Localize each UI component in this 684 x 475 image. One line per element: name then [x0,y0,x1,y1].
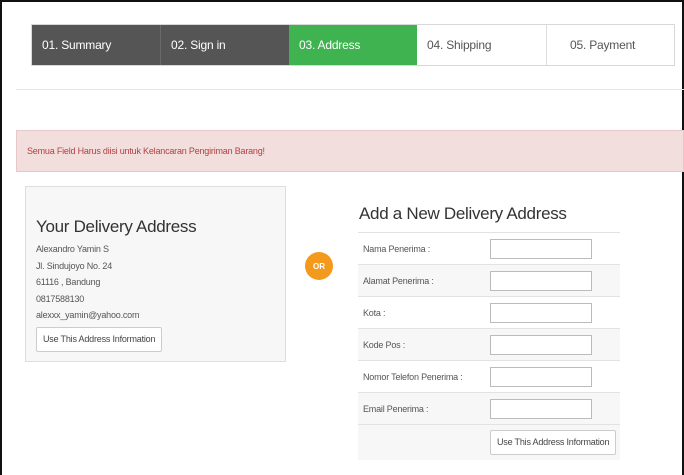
new-address-form: Nama Penerima : Alamat Penerima : Kota :… [358,232,620,460]
your-delivery-address-panel: Your Delivery Address Alexandro Yamin S … [25,186,286,362]
or-badge: OR [305,252,333,280]
step-label: 04. Shipping [427,38,492,52]
kota-label: Kota : [363,307,386,318]
section-divider [16,89,684,90]
kode-pos-label: Kode Pos : [363,339,406,350]
email-label: Email Penerima : [363,403,429,414]
form-row-submit: Use This Address Information [358,424,620,460]
use-new-address-button[interactable]: Use This Address Information [490,430,617,455]
step-sign-in[interactable]: 02. Sign in [160,25,289,65]
form-row-alamat: Alamat Penerima : [358,264,620,296]
step-shipping[interactable]: 04. Shipping [417,25,546,65]
step-label: 01. Summary [42,38,112,52]
step-payment[interactable]: 05. Payment [546,25,674,65]
telefon-label: Nomor Telefon Penerima : [363,371,463,382]
alamat-penerima-input[interactable] [490,270,592,291]
nama-penerima-input[interactable] [490,238,592,259]
step-summary[interactable]: 01. Summary [32,25,160,65]
step-address[interactable]: 03. Address [289,25,417,65]
address-email: alexxx_yamin@yahoo.com [36,310,140,320]
step-label: 03. Address [299,38,361,52]
nama-label: Nama Penerima : [363,243,431,254]
address-phone: 0817588130 [36,293,85,304]
form-row-telefon: Nomor Telefon Penerima : [358,360,620,392]
new-address-title: Add a New Delivery Address [359,204,567,223]
use-this-address-button[interactable]: Use This Address Information [36,326,163,352]
checkout-steps: 01. Summary 02. Sign in 03. Address 04. … [31,24,675,66]
step-label: 02. Sign in [171,38,226,52]
address-city: 61116 , Bandung [36,277,101,287]
delivery-address-title: Your Delivery Address [36,217,197,236]
alert-message: Semua Field Harus diisi untuk Kelancaran… [16,130,684,172]
email-penerima-input[interactable] [490,398,592,419]
form-row-kota: Kota : [358,296,620,328]
kota-input[interactable] [490,302,592,323]
alert-text: Semua Field Harus diisi untuk Kelancaran… [27,146,265,156]
form-row-email: Email Penerima : [358,392,620,424]
address-name: Alexandro Yamin S [36,244,109,254]
kode-pos-input[interactable] [490,334,592,355]
alamat-label: Alamat Penerima : [363,275,434,286]
address-street: Jl. Sindujoyo No. 24 [36,260,113,271]
form-row-nama: Nama Penerima : [358,232,620,264]
telefon-penerima-input[interactable] [490,366,592,387]
step-label: 05. Payment [570,38,636,52]
form-row-kodepos: Kode Pos : [358,328,620,360]
